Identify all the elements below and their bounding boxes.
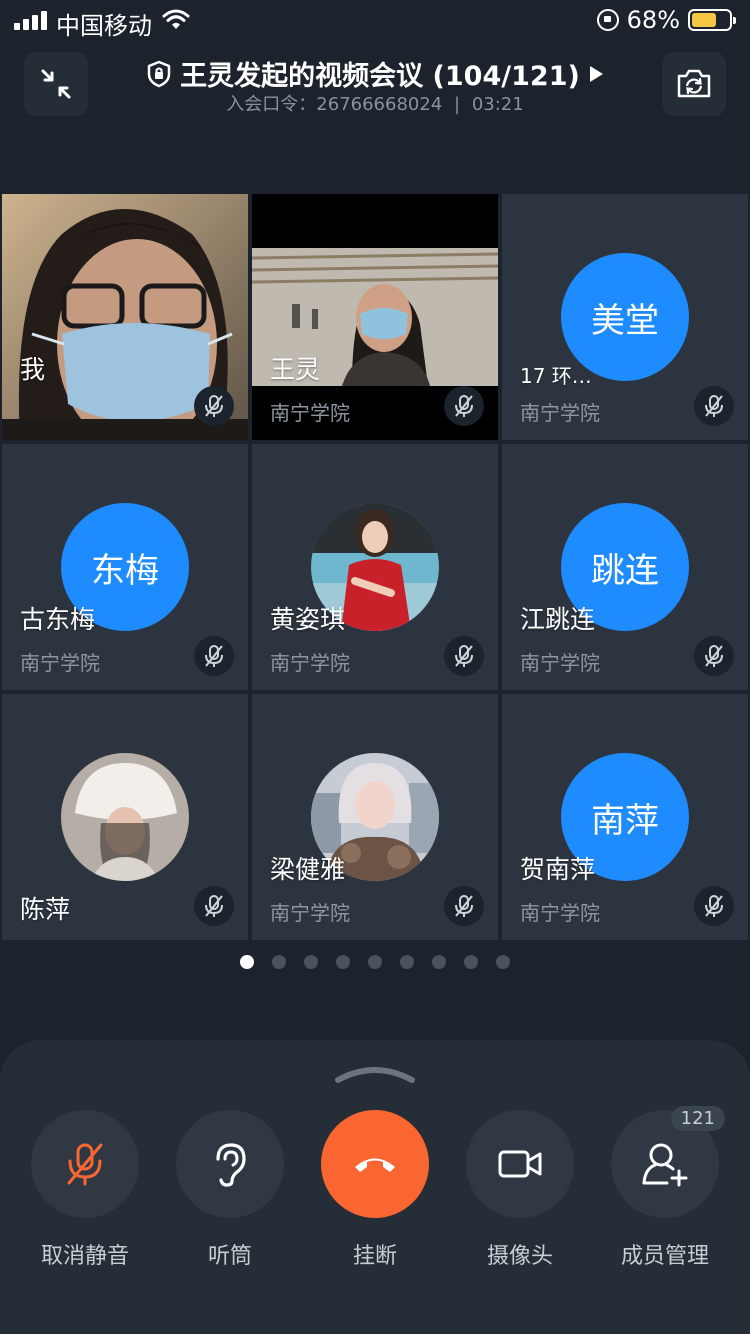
participant-org: 南宁学院 bbox=[520, 401, 600, 425]
mic-off-indicator bbox=[694, 636, 734, 676]
participant-tile[interactable]: 南萍 贺南萍 南宁学院 bbox=[502, 694, 748, 940]
unmute-button[interactable]: 取消静音 bbox=[30, 1110, 140, 1270]
wifi-icon bbox=[162, 9, 190, 29]
hangup-button[interactable]: 挂断 bbox=[320, 1110, 430, 1270]
participant-tile[interactable]: 跳连 江跳连 南宁学院 bbox=[502, 444, 748, 690]
switch-camera-button[interactable] bbox=[662, 52, 726, 116]
mic-off-icon bbox=[455, 895, 473, 917]
mic-off-indicator bbox=[194, 886, 234, 926]
participant-org: 南宁学院 bbox=[520, 651, 600, 675]
participant-grid: 我 王灵 南宁学院 美堂 17 环… 南宁学院 东梅 古东梅 南宁学院 黄姿琪 … bbox=[0, 192, 750, 942]
rotation-lock-icon bbox=[596, 9, 619, 31]
battery-percent: 68% bbox=[626, 6, 680, 34]
mic-off-icon bbox=[705, 645, 723, 667]
mic-off-indicator bbox=[444, 636, 484, 676]
play-triangle-icon[interactable] bbox=[588, 65, 604, 83]
mic-off-icon bbox=[205, 395, 223, 417]
participant-tile[interactable]: 东梅 古东梅 南宁学院 bbox=[2, 444, 248, 690]
participant-tile[interactable]: 王灵 南宁学院 bbox=[252, 194, 498, 440]
participant-name: 梁健雅 bbox=[270, 855, 346, 884]
page-dot[interactable] bbox=[496, 955, 510, 969]
page-dot[interactable] bbox=[400, 955, 414, 969]
participant-org: 南宁学院 bbox=[20, 651, 100, 675]
avatar-photo bbox=[61, 753, 189, 881]
mic-off-icon bbox=[205, 895, 223, 917]
control-label: 取消静音 bbox=[40, 1244, 129, 1269]
page-dot[interactable] bbox=[464, 955, 478, 969]
mic-off-icon bbox=[705, 895, 723, 917]
ear-icon bbox=[216, 1143, 246, 1187]
cellular-signal-icon bbox=[14, 10, 48, 30]
page-dot[interactable] bbox=[336, 955, 350, 969]
page-dot[interactable] bbox=[272, 955, 286, 969]
meeting-duration: 03:21 bbox=[471, 94, 524, 115]
participant-name: 陈萍 bbox=[20, 895, 71, 924]
participant-tile[interactable]: 黄姿琪 南宁学院 bbox=[252, 444, 498, 690]
mic-off-icon bbox=[205, 645, 223, 667]
mic-off-icon bbox=[455, 395, 473, 417]
camera-button[interactable]: 摄像头 bbox=[465, 1110, 575, 1270]
switch-camera-icon bbox=[677, 69, 711, 98]
participant-name: 江跳连 bbox=[520, 605, 596, 634]
earpiece-button[interactable]: 听筒 bbox=[175, 1110, 285, 1270]
mic-off-icon bbox=[705, 395, 723, 417]
control-label: 听筒 bbox=[207, 1244, 252, 1269]
participant-name: 王灵 bbox=[270, 355, 321, 384]
control-label: 挂断 bbox=[352, 1244, 397, 1269]
control-label: 摄像头 bbox=[486, 1244, 553, 1269]
member-management-button[interactable]: 121 成员管理 bbox=[610, 1106, 725, 1270]
participant-org: 南宁学院 bbox=[520, 901, 600, 925]
subtitle-separator: | bbox=[454, 94, 461, 115]
participant-org: 南宁学院 bbox=[270, 401, 350, 425]
add-member-icon bbox=[642, 1143, 688, 1187]
member-count-badge: 121 bbox=[670, 1106, 725, 1131]
participant-name: 17 环… bbox=[520, 364, 592, 388]
mic-off-indicator bbox=[194, 386, 234, 426]
participant-name: 黄姿琪 bbox=[270, 605, 346, 634]
participant-name: 贺南萍 bbox=[520, 855, 596, 884]
status-bar: 中国移动 68% bbox=[0, 0, 750, 40]
mic-off-indicator bbox=[444, 386, 484, 426]
control-panel: 取消静音 听筒 挂断 摄像头 121 成员管理 bbox=[0, 1040, 750, 1334]
participant-tile[interactable]: 陈萍 bbox=[2, 694, 248, 940]
mic-off-indicator bbox=[194, 636, 234, 676]
meeting-password: 入会口令：26766668024 bbox=[226, 94, 443, 115]
shield-lock-icon bbox=[147, 60, 171, 87]
page-dot[interactable] bbox=[368, 955, 382, 969]
page-dot[interactable] bbox=[304, 955, 318, 969]
carrier-name: 中国移动 bbox=[56, 12, 152, 40]
chevron-up-handle-icon[interactable] bbox=[334, 1062, 416, 1086]
page-indicator[interactable] bbox=[240, 955, 510, 969]
participant-org: 南宁学院 bbox=[270, 901, 350, 925]
hangup-icon bbox=[355, 1158, 395, 1172]
participant-org: 南宁学院 bbox=[270, 651, 350, 675]
participant-name: 古东梅 bbox=[20, 605, 96, 634]
page-dot[interactable] bbox=[432, 955, 446, 969]
meeting-title[interactable]: 王灵发起的视频会议 (104/121) bbox=[180, 54, 580, 93]
mic-off-indicator bbox=[444, 886, 484, 926]
meeting-subtitle: 入会口令：26766668024 | 03:21 bbox=[0, 90, 750, 116]
mic-off-icon bbox=[455, 645, 473, 667]
mic-muted-icon bbox=[67, 1143, 103, 1186]
participant-name: 我 bbox=[20, 355, 46, 384]
page-dot[interactable] bbox=[240, 955, 254, 969]
mic-off-indicator bbox=[694, 886, 734, 926]
control-label: 成员管理 bbox=[620, 1244, 709, 1269]
video-camera-icon bbox=[498, 1150, 542, 1178]
participant-tile[interactable]: 美堂 17 环… 南宁学院 bbox=[502, 194, 748, 440]
battery-icon bbox=[688, 9, 736, 31]
participant-tile-me[interactable]: 我 bbox=[2, 194, 248, 440]
participant-tile[interactable]: 梁健雅 南宁学院 bbox=[252, 694, 498, 940]
mic-off-indicator bbox=[694, 386, 734, 426]
